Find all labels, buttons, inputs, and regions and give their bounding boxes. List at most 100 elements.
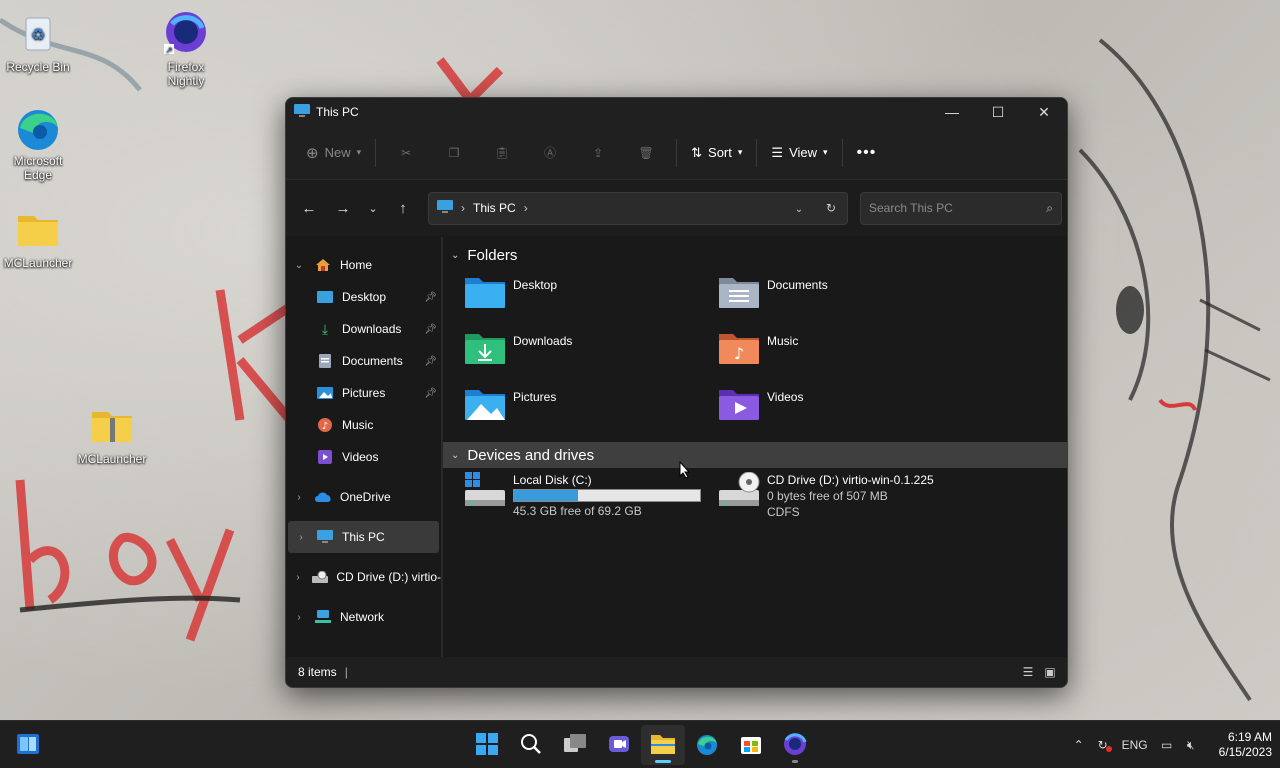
folder-music[interactable]: ♪ Music — [717, 330, 971, 386]
show-hidden-icons-chevron-icon[interactable]: ⌃ — [1067, 738, 1091, 752]
refresh-button[interactable]: ↻ — [815, 201, 847, 215]
share-button[interactable]: ⇪ — [582, 137, 614, 169]
downloads-folder-icon — [463, 330, 507, 366]
new-button[interactable]: ⊕ New ▾ — [298, 137, 369, 169]
pin-icon: 📌︎ — [424, 323, 437, 335]
sidebar-item-cd-drive[interactable]: › CD Drive (D:) virtio-w — [286, 561, 441, 593]
paste-button[interactable]: 📋︎ — [486, 137, 518, 169]
forward-button[interactable]: → — [328, 193, 358, 223]
chevron-down-icon: ⌄ — [451, 249, 460, 261]
chevron-right-icon[interactable]: › — [286, 492, 312, 503]
details-view-button[interactable]: ☰ — [1017, 663, 1039, 681]
windows-logo-icon — [476, 732, 498, 758]
back-button[interactable]: ← — [294, 193, 324, 223]
search-taskbar-button[interactable] — [509, 725, 553, 765]
sidebar-item-downloads[interactable]: ⤓ Downloads 📌︎ — [286, 313, 441, 345]
minimize-icon: — — [945, 104, 959, 120]
file-explorer-window[interactable]: This PC — ☐ ✕ ⊕ New ▾ ✂ ❐ 📋︎ Ⓐ ⇪ 🗑︎ ⇅ So… — [285, 97, 1068, 688]
breadcrumb-separator-icon[interactable]: › — [524, 201, 528, 215]
drive-cd-d[interactable]: CD Drive (D:) virtio-win-0.1.225 0 bytes… — [717, 471, 997, 520]
copy-button[interactable]: ❐ — [438, 137, 470, 169]
search-box[interactable]: ⌕ — [860, 191, 1062, 225]
desktop-icon-recycle-bin[interactable]: ♻ Recycle Bin — [0, 10, 76, 74]
content-pane[interactable]: ⌄ Folders Desktop Documents Downloads ♪ — [443, 237, 1067, 657]
sidebar-item-videos[interactable]: Videos — [286, 441, 441, 473]
chevron-right-icon[interactable]: › — [288, 532, 314, 543]
delete-button[interactable]: 🗑︎ — [630, 137, 662, 169]
sync-icon[interactable]: ↻ — [1091, 738, 1115, 752]
breadcrumb-this-pc[interactable]: This PC — [473, 201, 516, 215]
cd-drive-icon — [717, 471, 761, 512]
search-input[interactable] — [869, 201, 1047, 215]
chevron-down-icon: ⌄ — [368, 202, 378, 215]
devices-group-header[interactable]: ⌄ Devices and drives — [443, 442, 1067, 468]
firefox-nightly-taskbar-button[interactable] — [773, 725, 817, 765]
sidebar-item-this-pc[interactable]: › This PC — [288, 521, 439, 553]
firefox-nightly-icon: ↗ — [162, 10, 210, 58]
desktop-icon-firefox-nightly[interactable]: ↗ Firefox Nightly — [148, 10, 224, 88]
download-icon: ⤓ — [321, 320, 329, 337]
sidebar-item-network[interactable]: › Network — [286, 601, 441, 633]
drive-free-space: 0 bytes free of 507 MB — [767, 489, 888, 503]
edge-icon — [14, 104, 62, 152]
desktop-icon-mclauncher[interactable]: MCLauncher — [0, 206, 76, 270]
chevron-down-icon[interactable]: ⌄ — [286, 260, 312, 271]
navigation-pane: ⌄ Home Desktop 📌︎ ⤓ Downloads 📌︎ Documen… — [286, 237, 443, 657]
title-bar[interactable]: This PC — ☐ ✕ — [286, 98, 1067, 126]
clipboard-icon: 📋︎ — [494, 145, 510, 160]
file-explorer-taskbar-button[interactable] — [641, 725, 685, 765]
drive-local-disk-c[interactable]: Local Disk (C:) 45.3 GB free of 69.2 GB — [463, 472, 717, 520]
cd-drive-icon — [310, 569, 330, 585]
volume-muted-icon[interactable]: 🔇︎ — [1179, 738, 1203, 753]
widgets-button[interactable] — [6, 725, 50, 765]
desktop-icon-mclauncher-zip[interactable]: MCLauncher — [74, 402, 150, 466]
sidebar-item-documents[interactable]: Documents 📌︎ — [286, 345, 441, 377]
recent-locations-button[interactable]: ⌄ — [358, 193, 388, 223]
chevron-right-icon[interactable]: › — [286, 612, 312, 623]
task-view-button[interactable] — [553, 725, 597, 765]
sort-button[interactable]: ⇅ Sort ▾ — [683, 137, 750, 169]
store-taskbar-button[interactable] — [729, 725, 773, 765]
document-icon — [314, 353, 336, 369]
details-view-icon: ☰ — [1022, 665, 1034, 679]
address-history-button[interactable]: ⌄ — [783, 201, 815, 215]
drive-name: CD Drive (D:) virtio-win-0.1.225 — [767, 473, 934, 487]
address-bar[interactable]: › This PC › ⌄ ↻ — [428, 191, 848, 225]
folder-videos[interactable]: Videos — [717, 386, 971, 442]
search-icon — [520, 733, 542, 758]
folder-pictures[interactable]: Pictures — [463, 386, 717, 442]
sidebar-item-home[interactable]: ⌄ Home — [286, 249, 441, 281]
start-button[interactable] — [465, 725, 509, 765]
folder-downloads[interactable]: Downloads — [463, 330, 717, 386]
close-button[interactable]: ✕ — [1021, 98, 1067, 126]
teams-chat-button[interactable] — [597, 725, 641, 765]
trash-icon: 🗑︎ — [638, 145, 654, 160]
maximize-button[interactable]: ☐ — [975, 98, 1021, 126]
sidebar-item-pictures[interactable]: Pictures 📌︎ — [286, 377, 441, 409]
sidebar-item-label: Documents — [342, 354, 403, 368]
more-options-button[interactable]: ••• — [849, 137, 885, 169]
minimize-button[interactable]: — — [929, 98, 975, 126]
network-status-icon[interactable]: ▭ — [1155, 738, 1179, 752]
up-button[interactable]: ↑ — [388, 193, 418, 223]
rename-button[interactable]: Ⓐ — [534, 137, 566, 169]
desktop-icon-microsoft-edge[interactable]: Microsoft Edge — [0, 104, 76, 182]
sidebar-item-desktop[interactable]: Desktop 📌︎ — [286, 281, 441, 313]
folders-group-header[interactable]: ⌄ Folders — [443, 242, 1067, 268]
view-button[interactable]: ☰ View ▾ — [763, 137, 835, 169]
sidebar-item-onedrive[interactable]: › OneDrive — [286, 481, 441, 513]
folder-documents[interactable]: Documents — [717, 274, 971, 330]
language-indicator[interactable]: ENG — [1115, 738, 1155, 752]
edge-taskbar-button[interactable] — [685, 725, 729, 765]
tiles-view-button[interactable]: ▣ — [1039, 663, 1061, 681]
store-icon — [740, 733, 762, 758]
sidebar-item-music[interactable]: ♪ Music — [286, 409, 441, 441]
group-title: Devices and drives — [467, 446, 595, 464]
clock-time: 6:19 AM — [1227, 730, 1272, 744]
cut-button[interactable]: ✂ — [390, 137, 422, 169]
chevron-right-icon[interactable]: › — [286, 572, 310, 583]
folder-desktop[interactable]: Desktop — [463, 274, 717, 330]
clock[interactable]: 6:19 AM 6/15/2023 — [1219, 730, 1272, 760]
svg-text:♪: ♪ — [734, 344, 744, 363]
desktop-icon-label: MCLauncher — [77, 452, 147, 466]
